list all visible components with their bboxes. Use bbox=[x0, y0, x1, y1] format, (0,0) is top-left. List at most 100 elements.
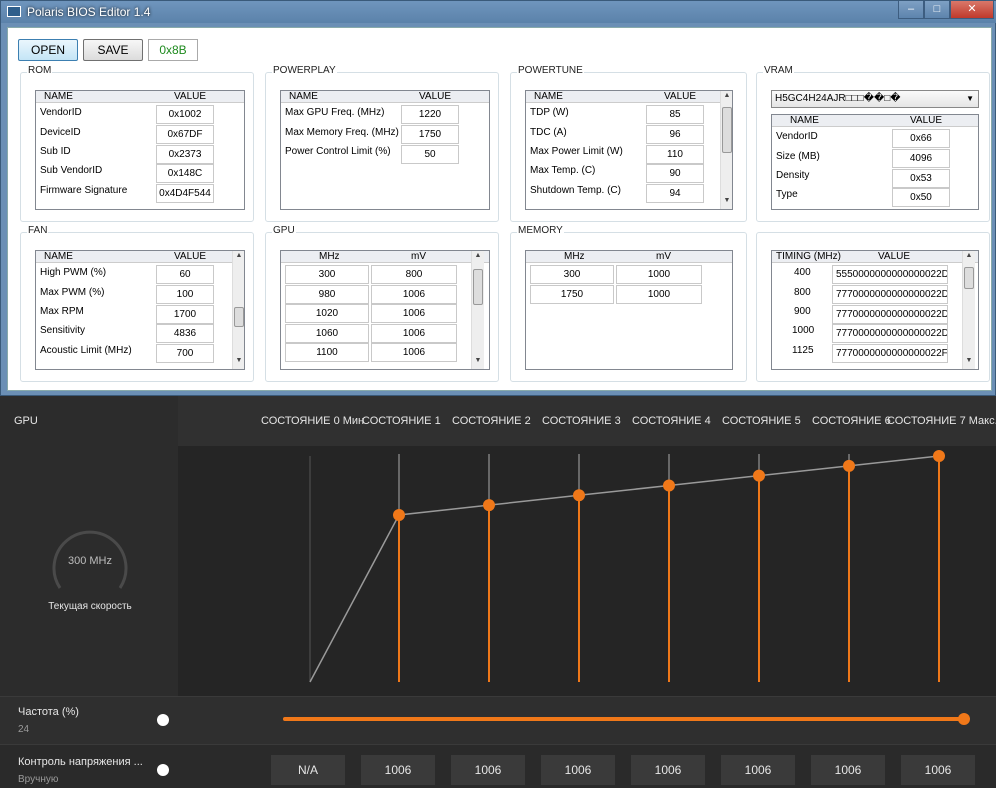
vram-legend: VRAM bbox=[763, 65, 794, 76]
timing-value-field[interactable]: 7770000000000000022DD bbox=[832, 285, 948, 304]
state-1-voltage[interactable]: 1006 bbox=[361, 755, 435, 785]
scroll-down-icon[interactable]: ▼ bbox=[963, 357, 975, 364]
rom-row-firmware-label: Firmware Signature bbox=[40, 185, 128, 196]
powerplay-table-header: NAME VALUE bbox=[281, 91, 489, 103]
state-point[interactable] bbox=[483, 499, 495, 512]
timing-value-field[interactable]: 7770000000000000022DD bbox=[832, 305, 948, 324]
fan-scrollbar[interactable]: ▲ ▼ bbox=[232, 251, 244, 369]
gpu-mv-field[interactable]: 1006 bbox=[371, 343, 457, 362]
gpu-mv-field[interactable]: 1006 bbox=[371, 304, 457, 323]
powertune-table-header: NAME VALUE bbox=[526, 91, 732, 103]
col-mv-header: mV bbox=[411, 251, 426, 262]
vram-density-field[interactable]: 0x53 bbox=[892, 169, 950, 188]
vram-vendorid-field[interactable]: 0x66 bbox=[892, 129, 950, 148]
scroll-up-icon[interactable]: ▲ bbox=[963, 252, 975, 259]
memory-mhz-field[interactable]: 1750 bbox=[530, 285, 614, 304]
scroll-up-icon[interactable]: ▲ bbox=[472, 252, 484, 259]
scroll-down-icon[interactable]: ▼ bbox=[233, 357, 244, 364]
vram-size-field[interactable]: 4096 bbox=[892, 149, 950, 168]
scroll-thumb[interactable] bbox=[234, 307, 244, 327]
state-point[interactable] bbox=[393, 508, 405, 521]
scroll-down-icon[interactable]: ▼ bbox=[472, 357, 484, 364]
vram-type-field[interactable]: 0x50 bbox=[892, 188, 950, 207]
state-point[interactable] bbox=[933, 450, 945, 462]
pp-max-gpu-label: Max GPU Freq. (MHz) bbox=[285, 107, 385, 118]
gpu-mv-field[interactable]: 800 bbox=[371, 265, 457, 284]
col-name-header: NAME bbox=[534, 91, 563, 102]
pp-max-gpu-field[interactable]: 1220 bbox=[401, 105, 459, 124]
timing-value-field[interactable]: 7770000000000000022FF bbox=[832, 344, 948, 363]
fan-high-pwm-field[interactable]: 60 bbox=[156, 265, 214, 284]
gpu-mv-field[interactable]: 1006 bbox=[371, 324, 457, 343]
scroll-thumb[interactable] bbox=[722, 107, 732, 153]
gpu-mv-field[interactable]: 1006 bbox=[371, 285, 457, 304]
fan-acoustic-field[interactable]: 700 bbox=[156, 344, 214, 363]
frequency-slider-handle[interactable] bbox=[958, 713, 970, 725]
powertune-scrollbar[interactable]: ▲ ▼ bbox=[720, 91, 732, 209]
fan-max-pwm-label: Max PWM (%) bbox=[40, 287, 105, 298]
state-5-voltage[interactable]: 1006 bbox=[721, 755, 795, 785]
scroll-thumb[interactable] bbox=[964, 267, 974, 289]
gpu-mhz-field[interactable]: 1060 bbox=[285, 324, 369, 343]
frequency-slider-track[interactable] bbox=[283, 713, 970, 725]
gpu-mhz-field[interactable]: 980 bbox=[285, 285, 369, 304]
fan-legend: FAN bbox=[27, 225, 49, 236]
state-point[interactable] bbox=[843, 459, 855, 472]
pp-power-limit-field[interactable]: 50 bbox=[401, 145, 459, 164]
gpu-mhz-field[interactable]: 1100 bbox=[285, 343, 369, 362]
state-0-voltage[interactable]: N/A bbox=[271, 755, 345, 785]
timing-value-field[interactable]: 5550000000000000022DD bbox=[832, 265, 948, 284]
fan-max-rpm-field[interactable]: 1700 bbox=[156, 305, 214, 324]
voltage-toggle[interactable] bbox=[157, 764, 169, 776]
vram-density-label: Density bbox=[776, 170, 810, 181]
maximize-button[interactable]: □ bbox=[924, 1, 950, 19]
state-1-label: СОСТОЯНИЕ 1 bbox=[362, 415, 441, 427]
rom-firmware-field[interactable]: 0x4D4F544 bbox=[156, 184, 214, 203]
fan-high-pwm-label: High PWM (%) bbox=[40, 267, 107, 278]
scroll-up-icon[interactable]: ▲ bbox=[721, 92, 732, 99]
rom-subvendorid-field[interactable]: 0x148C bbox=[156, 164, 214, 183]
state-2-voltage[interactable]: 1006 bbox=[451, 755, 525, 785]
gpu-scrollbar[interactable]: ▲ ▼ bbox=[471, 251, 484, 369]
pt-tdc-field[interactable]: 96 bbox=[646, 125, 704, 144]
close-button[interactable]: ✕ bbox=[950, 1, 994, 19]
frequency-toggle[interactable] bbox=[157, 714, 169, 726]
pt-tdp-field[interactable]: 85 bbox=[646, 105, 704, 124]
pt-max-temp-label: Max Temp. (C) bbox=[530, 165, 596, 176]
vram-type-dropdown[interactable]: H5GC4H24AJR□□□��□� ▼ bbox=[771, 90, 979, 108]
rom-vendorid-field[interactable]: 0x1002 bbox=[156, 105, 214, 124]
timing-value-field[interactable]: 7770000000000000022DD bbox=[832, 324, 948, 343]
open-button[interactable]: OPEN bbox=[18, 39, 78, 61]
state-7-voltage[interactable]: 1006 bbox=[901, 755, 975, 785]
pt-max-temp-field[interactable]: 90 bbox=[646, 164, 704, 183]
fan-sensitivity-field[interactable]: 4836 bbox=[156, 324, 214, 343]
state-6-voltage[interactable]: 1006 bbox=[811, 755, 885, 785]
state-3-voltage[interactable]: 1006 bbox=[541, 755, 615, 785]
gpu-mhz-field[interactable]: 300 bbox=[285, 265, 369, 284]
rom-deviceid-field[interactable]: 0x67DF bbox=[156, 125, 214, 144]
col-value-header: VALUE bbox=[419, 91, 452, 102]
scroll-down-icon[interactable]: ▼ bbox=[721, 197, 732, 204]
save-button[interactable]: SAVE bbox=[83, 39, 143, 61]
voltage-mode: Вручную bbox=[18, 774, 59, 785]
memory-mv-field[interactable]: 1000 bbox=[616, 265, 702, 284]
pt-shutdown-temp-field[interactable]: 94 bbox=[646, 184, 704, 203]
gpu-mhz-field[interactable]: 1020 bbox=[285, 304, 369, 323]
scroll-thumb[interactable] bbox=[473, 269, 483, 305]
pp-max-mem-field[interactable]: 1750 bbox=[401, 125, 459, 144]
state-point[interactable] bbox=[573, 489, 585, 502]
fan-max-pwm-field[interactable]: 100 bbox=[156, 285, 214, 304]
rom-subid-field[interactable]: 0x2373 bbox=[156, 145, 214, 164]
frequency-state-chart[interactable] bbox=[178, 446, 996, 696]
timing-scrollbar[interactable]: ▲ ▼ bbox=[962, 251, 975, 369]
memory-mv-field[interactable]: 1000 bbox=[616, 285, 702, 304]
scroll-up-icon[interactable]: ▲ bbox=[233, 252, 244, 259]
minimize-button[interactable]: – bbox=[898, 1, 924, 19]
memory-mhz-field[interactable]: 300 bbox=[530, 265, 614, 284]
state-4-voltage[interactable]: 1006 bbox=[631, 755, 705, 785]
col-name-header: NAME bbox=[790, 115, 819, 126]
pt-max-power-field[interactable]: 110 bbox=[646, 145, 704, 164]
title-bar[interactable]: Polaris BIOS Editor 1.4 – □ ✕ bbox=[1, 1, 996, 23]
state-point[interactable] bbox=[753, 469, 765, 482]
state-point[interactable] bbox=[663, 479, 675, 492]
